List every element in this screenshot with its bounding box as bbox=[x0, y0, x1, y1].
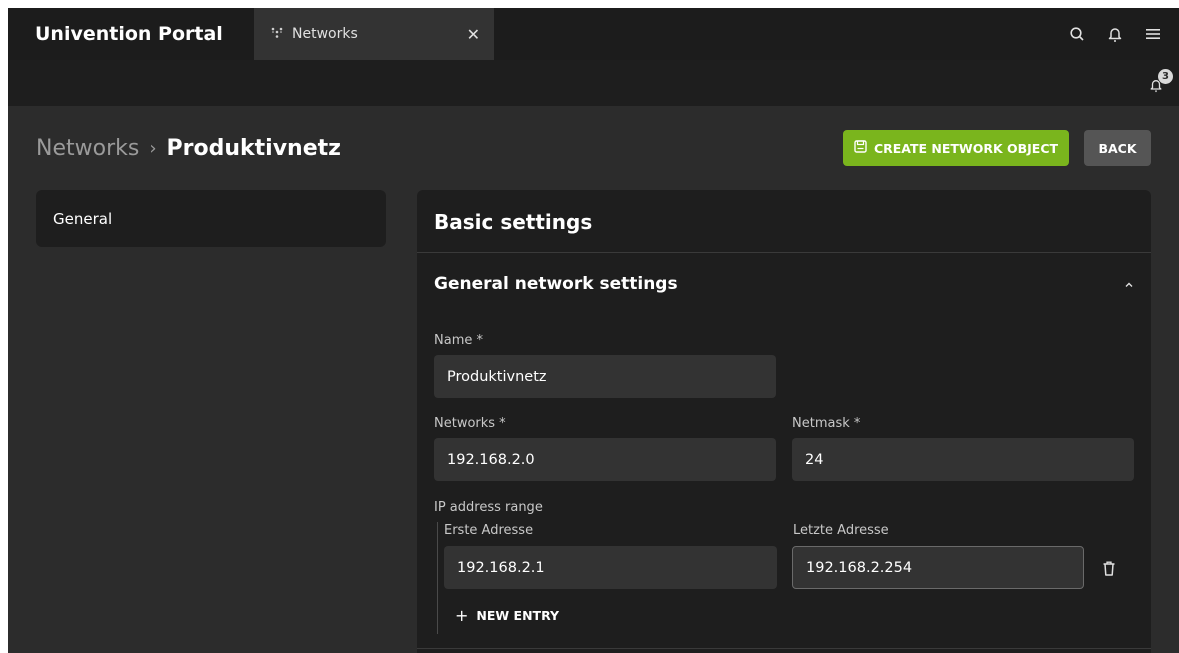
notification-bar: 3 bbox=[8, 60, 1179, 106]
plus-icon: + bbox=[455, 606, 469, 625]
new-entry-label: NEW ENTRY bbox=[476, 608, 560, 623]
app-window: Univention Portal Networks ✕ 3 Networks … bbox=[8, 8, 1179, 653]
menu-icon[interactable] bbox=[1145, 27, 1161, 41]
sidebar-item-label: General bbox=[53, 209, 113, 228]
breadcrumb-current: Produktivnetz bbox=[166, 136, 341, 161]
divider bbox=[417, 252, 1151, 253]
section-title[interactable]: General network settings bbox=[434, 274, 678, 294]
top-actions bbox=[1069, 26, 1179, 43]
networks-label: Networks * bbox=[434, 416, 506, 431]
search-icon[interactable] bbox=[1069, 26, 1085, 42]
name-field[interactable]: Produktivnetz bbox=[434, 355, 776, 398]
bell-icon[interactable] bbox=[1107, 26, 1123, 43]
chevron-up-icon[interactable] bbox=[1121, 277, 1137, 293]
last-address-field[interactable]: 192.168.2.254 bbox=[792, 546, 1084, 589]
create-network-object-button[interactable]: CREATE NETWORK OBJECT bbox=[843, 130, 1069, 166]
notification-count-badge: 3 bbox=[1158, 69, 1173, 84]
notification-bell-icon[interactable]: 3 bbox=[1149, 69, 1173, 96]
chevron-right-icon: › bbox=[149, 138, 157, 159]
netmask-field[interactable]: 24 bbox=[792, 438, 1134, 481]
breadcrumb: Networks › Produktivnetz bbox=[36, 136, 341, 161]
tab-networks[interactable]: Networks ✕ bbox=[254, 8, 494, 60]
portal-title[interactable]: Univention Portal bbox=[8, 23, 254, 45]
networks-field[interactable]: 192.168.2.0 bbox=[434, 438, 776, 481]
netmask-label: Netmask * bbox=[792, 416, 861, 431]
network-icon bbox=[270, 26, 284, 42]
first-address-label: Erste Adresse bbox=[444, 523, 534, 538]
sidebar-item-general[interactable]: General bbox=[36, 190, 386, 247]
trash-icon[interactable] bbox=[1101, 560, 1119, 578]
first-address-field[interactable]: 192.168.2.1 bbox=[444, 546, 777, 589]
tab-label: Networks bbox=[292, 26, 358, 42]
last-address-label: Letzte Adresse bbox=[793, 523, 889, 538]
ip-range-group-line bbox=[437, 522, 438, 634]
ip-range-label: IP address range bbox=[434, 500, 543, 515]
new-entry-button[interactable]: + NEW ENTRY bbox=[455, 606, 559, 625]
basic-settings-panel: Basic settings General network settings … bbox=[417, 190, 1151, 653]
back-button[interactable]: BACK bbox=[1084, 130, 1151, 166]
divider bbox=[417, 648, 1151, 649]
breadcrumb-root[interactable]: Networks bbox=[36, 136, 139, 161]
save-icon bbox=[854, 140, 867, 156]
name-label: Name * bbox=[434, 333, 483, 348]
create-button-label: CREATE NETWORK OBJECT bbox=[873, 140, 1059, 156]
close-icon[interactable]: ✕ bbox=[467, 25, 480, 44]
panel-title: Basic settings bbox=[434, 210, 593, 234]
top-bar: Univention Portal Networks ✕ bbox=[8, 8, 1179, 60]
